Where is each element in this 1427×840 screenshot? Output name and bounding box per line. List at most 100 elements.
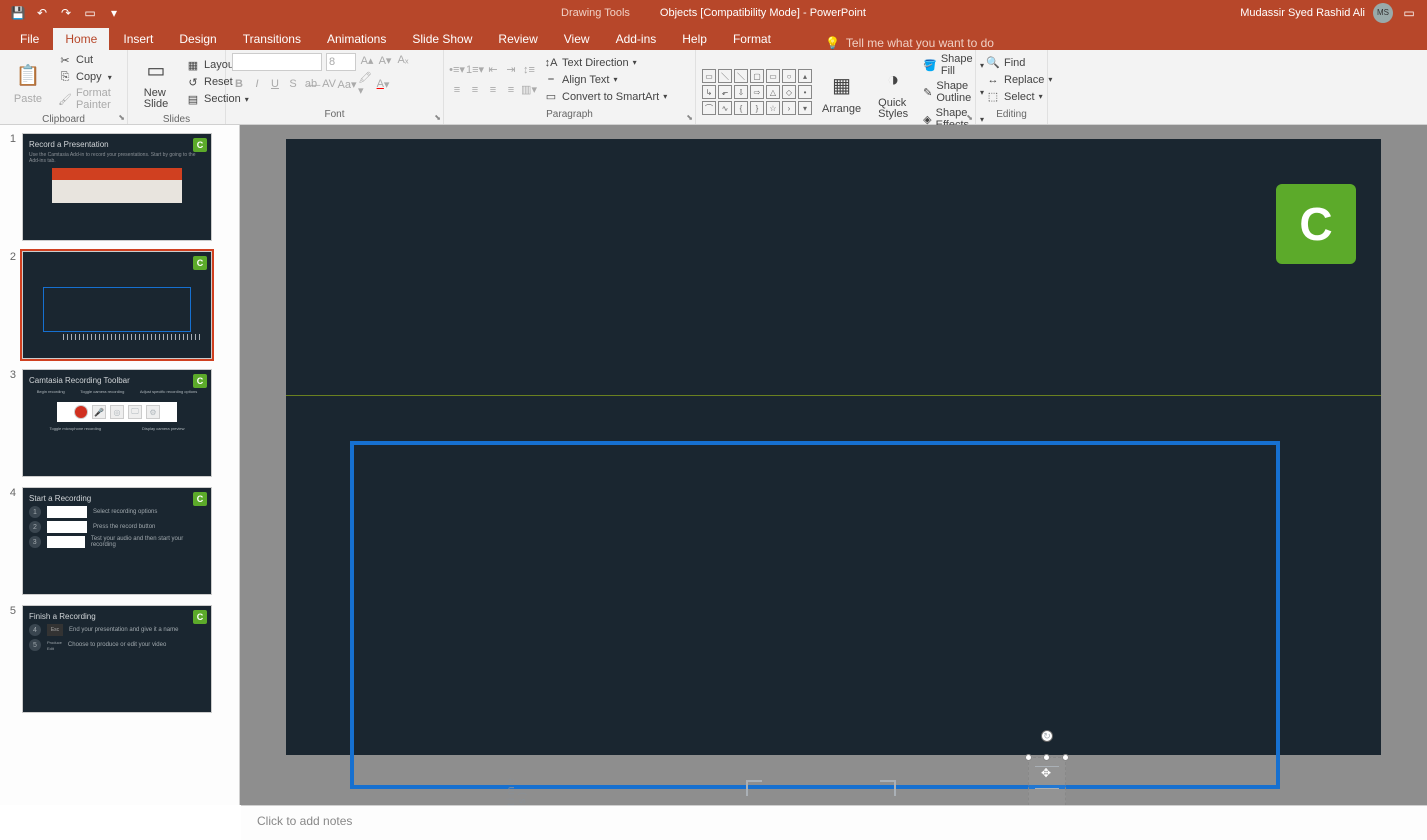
shape-rect2-icon[interactable]: ▭ xyxy=(766,69,780,83)
rotate-handle-icon[interactable]: ↻ xyxy=(1041,730,1053,742)
slide-canvas[interactable]: C Downtime (Hours) Total Defects ↻ xyxy=(286,139,1381,755)
shape-gallery[interactable]: ▭＼＼▢▭○▴ ↳⬐⇩⇨△◇• ⌒∿{}☆›▾ xyxy=(702,69,812,115)
drawing-dialog-launcher-icon[interactable]: ⬊ xyxy=(966,113,973,122)
format-painter-button[interactable]: 🖌Format Painter xyxy=(54,86,121,112)
shape-mid-icon[interactable]: • xyxy=(798,85,812,99)
tab-insert[interactable]: Insert xyxy=(111,28,165,50)
shape-rounded-icon[interactable]: ▢ xyxy=(750,69,764,83)
shape-star-icon[interactable]: ☆ xyxy=(766,101,780,115)
shape-chevron-icon[interactable]: › xyxy=(782,101,796,115)
clear-formatting-icon[interactable]: Aₓ xyxy=(396,53,410,67)
resize-handle[interactable] xyxy=(1062,754,1069,761)
copy-button[interactable]: ⎘Copy▾ xyxy=(54,69,121,85)
camtasia-logo-icon[interactable]: C xyxy=(1276,184,1356,264)
columns-icon[interactable]: ▥▾ xyxy=(522,83,536,97)
underline-icon[interactable]: U xyxy=(268,77,282,91)
highlight-icon[interactable]: 🖍▾ xyxy=(358,77,372,91)
quick-styles-button[interactable]: ◑Quick Styles xyxy=(871,62,915,122)
user-avatar[interactable]: MS xyxy=(1373,3,1393,23)
slide-thumb-4[interactable]: 4 C Start a Recording 1Select recording … xyxy=(4,487,235,595)
shape-elbow-icon[interactable]: ⬐ xyxy=(718,85,732,99)
shadow-icon[interactable]: S xyxy=(286,77,300,91)
shape-rect-icon[interactable]: ▭ xyxy=(702,69,716,83)
strikethrough-icon[interactable]: a̶b̶ xyxy=(304,77,318,91)
select-button[interactable]: ⬚Select▾ xyxy=(982,89,1056,105)
change-case-icon[interactable]: Aa▾ xyxy=(340,77,354,91)
chart-placeholder[interactable]: Downtime (Hours) Total Defects ↻ xyxy=(350,441,1280,789)
shape-down-icon[interactable]: ▾ xyxy=(798,101,812,115)
replace-button[interactable]: ↔Replace▾ xyxy=(982,72,1056,88)
shape-line-icon[interactable]: ＼ xyxy=(718,69,732,83)
shape-brace-r-icon[interactable]: } xyxy=(750,101,764,115)
decrease-indent-icon[interactable]: ⇤ xyxy=(486,63,500,77)
bold-icon[interactable]: B xyxy=(232,77,246,91)
align-text-button[interactable]: ⎯Align Text▾ xyxy=(540,72,671,88)
align-right-icon[interactable]: ≡ xyxy=(486,83,500,97)
shape-scribble-icon[interactable]: ∿ xyxy=(718,101,732,115)
qat-dropdown-icon[interactable]: ▾ xyxy=(106,5,122,21)
line-spacing-icon[interactable]: ↕≡ xyxy=(522,63,536,77)
undo-icon[interactable]: ↶ xyxy=(34,5,50,21)
tab-addins[interactable]: Add-ins xyxy=(604,28,669,50)
user-name[interactable]: Mudassir Syed Rashid Ali xyxy=(1240,7,1365,19)
resize-handle[interactable] xyxy=(1025,754,1032,761)
tab-file[interactable]: File xyxy=(8,28,51,50)
bullets-icon[interactable]: •≡▾ xyxy=(450,63,464,77)
clipboard-dialog-launcher-icon[interactable]: ⬊ xyxy=(118,113,125,122)
shape-downarrow-icon[interactable]: ⇩ xyxy=(734,85,748,99)
find-button[interactable]: 🔍Find xyxy=(982,55,1056,71)
tab-review[interactable]: Review xyxy=(486,28,549,50)
align-left-icon[interactable]: ≡ xyxy=(450,83,464,97)
increase-font-icon[interactable]: A▴ xyxy=(360,53,374,67)
ribbon-options-icon[interactable]: ▭ xyxy=(1401,5,1417,21)
selected-shape[interactable]: ↻ ✥ xyxy=(1028,757,1066,805)
new-slide-button[interactable]: ▭ New Slide xyxy=(134,52,178,112)
tab-transitions[interactable]: Transitions xyxy=(231,28,313,50)
decrease-font-icon[interactable]: A▾ xyxy=(378,53,392,67)
shape-arrow-icon[interactable]: ⇨ xyxy=(750,85,764,99)
shape-curve-icon[interactable]: ⌒ xyxy=(702,101,716,115)
increase-indent-icon[interactable]: ⇥ xyxy=(504,63,518,77)
shape-circle-icon[interactable]: ○ xyxy=(782,69,796,83)
tab-view[interactable]: View xyxy=(552,28,602,50)
tab-slideshow[interactable]: Slide Show xyxy=(400,28,484,50)
arrange-button[interactable]: ▦Arrange xyxy=(816,67,867,117)
shape-brace-l-icon[interactable]: { xyxy=(734,101,748,115)
cut-button[interactable]: ✂Cut xyxy=(54,52,121,68)
slide-thumb-1[interactable]: 1 C Record a Presentation Use the Camtas… xyxy=(4,133,235,241)
y-axis-label-1[interactable]: Downtime (Hours) xyxy=(506,775,528,805)
shape-connector-icon[interactable]: ↳ xyxy=(702,85,716,99)
resize-handle[interactable] xyxy=(1043,754,1050,761)
italic-icon[interactable]: I xyxy=(250,77,264,91)
shape-diamond-icon[interactable]: ◇ xyxy=(782,85,796,99)
slide-thumb-2[interactable]: 2 C xyxy=(4,251,235,359)
slide-thumb-3[interactable]: 3 C Camtasia Recording Toolbar Begin rec… xyxy=(4,369,235,477)
justify-icon[interactable]: ≡ xyxy=(504,83,518,97)
char-spacing-icon[interactable]: AV xyxy=(322,77,336,91)
tab-home[interactable]: Home xyxy=(53,28,109,50)
tell-me-search[interactable]: 💡 Tell me what you want to do xyxy=(825,36,994,50)
shape-up-icon[interactable]: ▴ xyxy=(798,69,812,83)
font-size-input[interactable] xyxy=(326,53,356,71)
tab-design[interactable]: Design xyxy=(167,28,228,50)
convert-smartart-button[interactable]: ▭Convert to SmartArt▾ xyxy=(540,89,671,105)
paragraph-dialog-launcher-icon[interactable]: ⬊ xyxy=(686,113,693,122)
tab-animations[interactable]: Animations xyxy=(315,28,398,50)
font-name-input[interactable] xyxy=(232,53,322,71)
slide-thumb-5[interactable]: 5 C Finish a Recording 4EscEnd your pres… xyxy=(4,605,235,713)
save-icon[interactable]: 💾 xyxy=(10,5,26,21)
numbering-icon[interactable]: 1≡▾ xyxy=(468,63,482,77)
redo-icon[interactable]: ↷ xyxy=(58,5,74,21)
shape-line2-icon[interactable]: ＼ xyxy=(734,69,748,83)
font-color-icon[interactable]: A▾ xyxy=(376,77,390,91)
shape-tri-icon[interactable]: △ xyxy=(766,85,780,99)
start-from-beginning-icon[interactable]: ▭ xyxy=(82,5,98,21)
tab-help[interactable]: Help xyxy=(670,28,719,50)
paste-button[interactable]: 📋 Paste xyxy=(6,57,50,107)
notes-pane[interactable]: Click to add notes xyxy=(241,805,1427,840)
font-dialog-launcher-icon[interactable]: ⬊ xyxy=(434,113,441,122)
align-center-icon[interactable]: ≡ xyxy=(468,83,482,97)
slide-editor[interactable]: C Downtime (Hours) Total Defects ↻ xyxy=(240,125,1427,805)
tab-format[interactable]: Format xyxy=(721,28,783,50)
slide-thumbnail-panel[interactable]: 1 C Record a Presentation Use the Camtas… xyxy=(0,125,240,805)
